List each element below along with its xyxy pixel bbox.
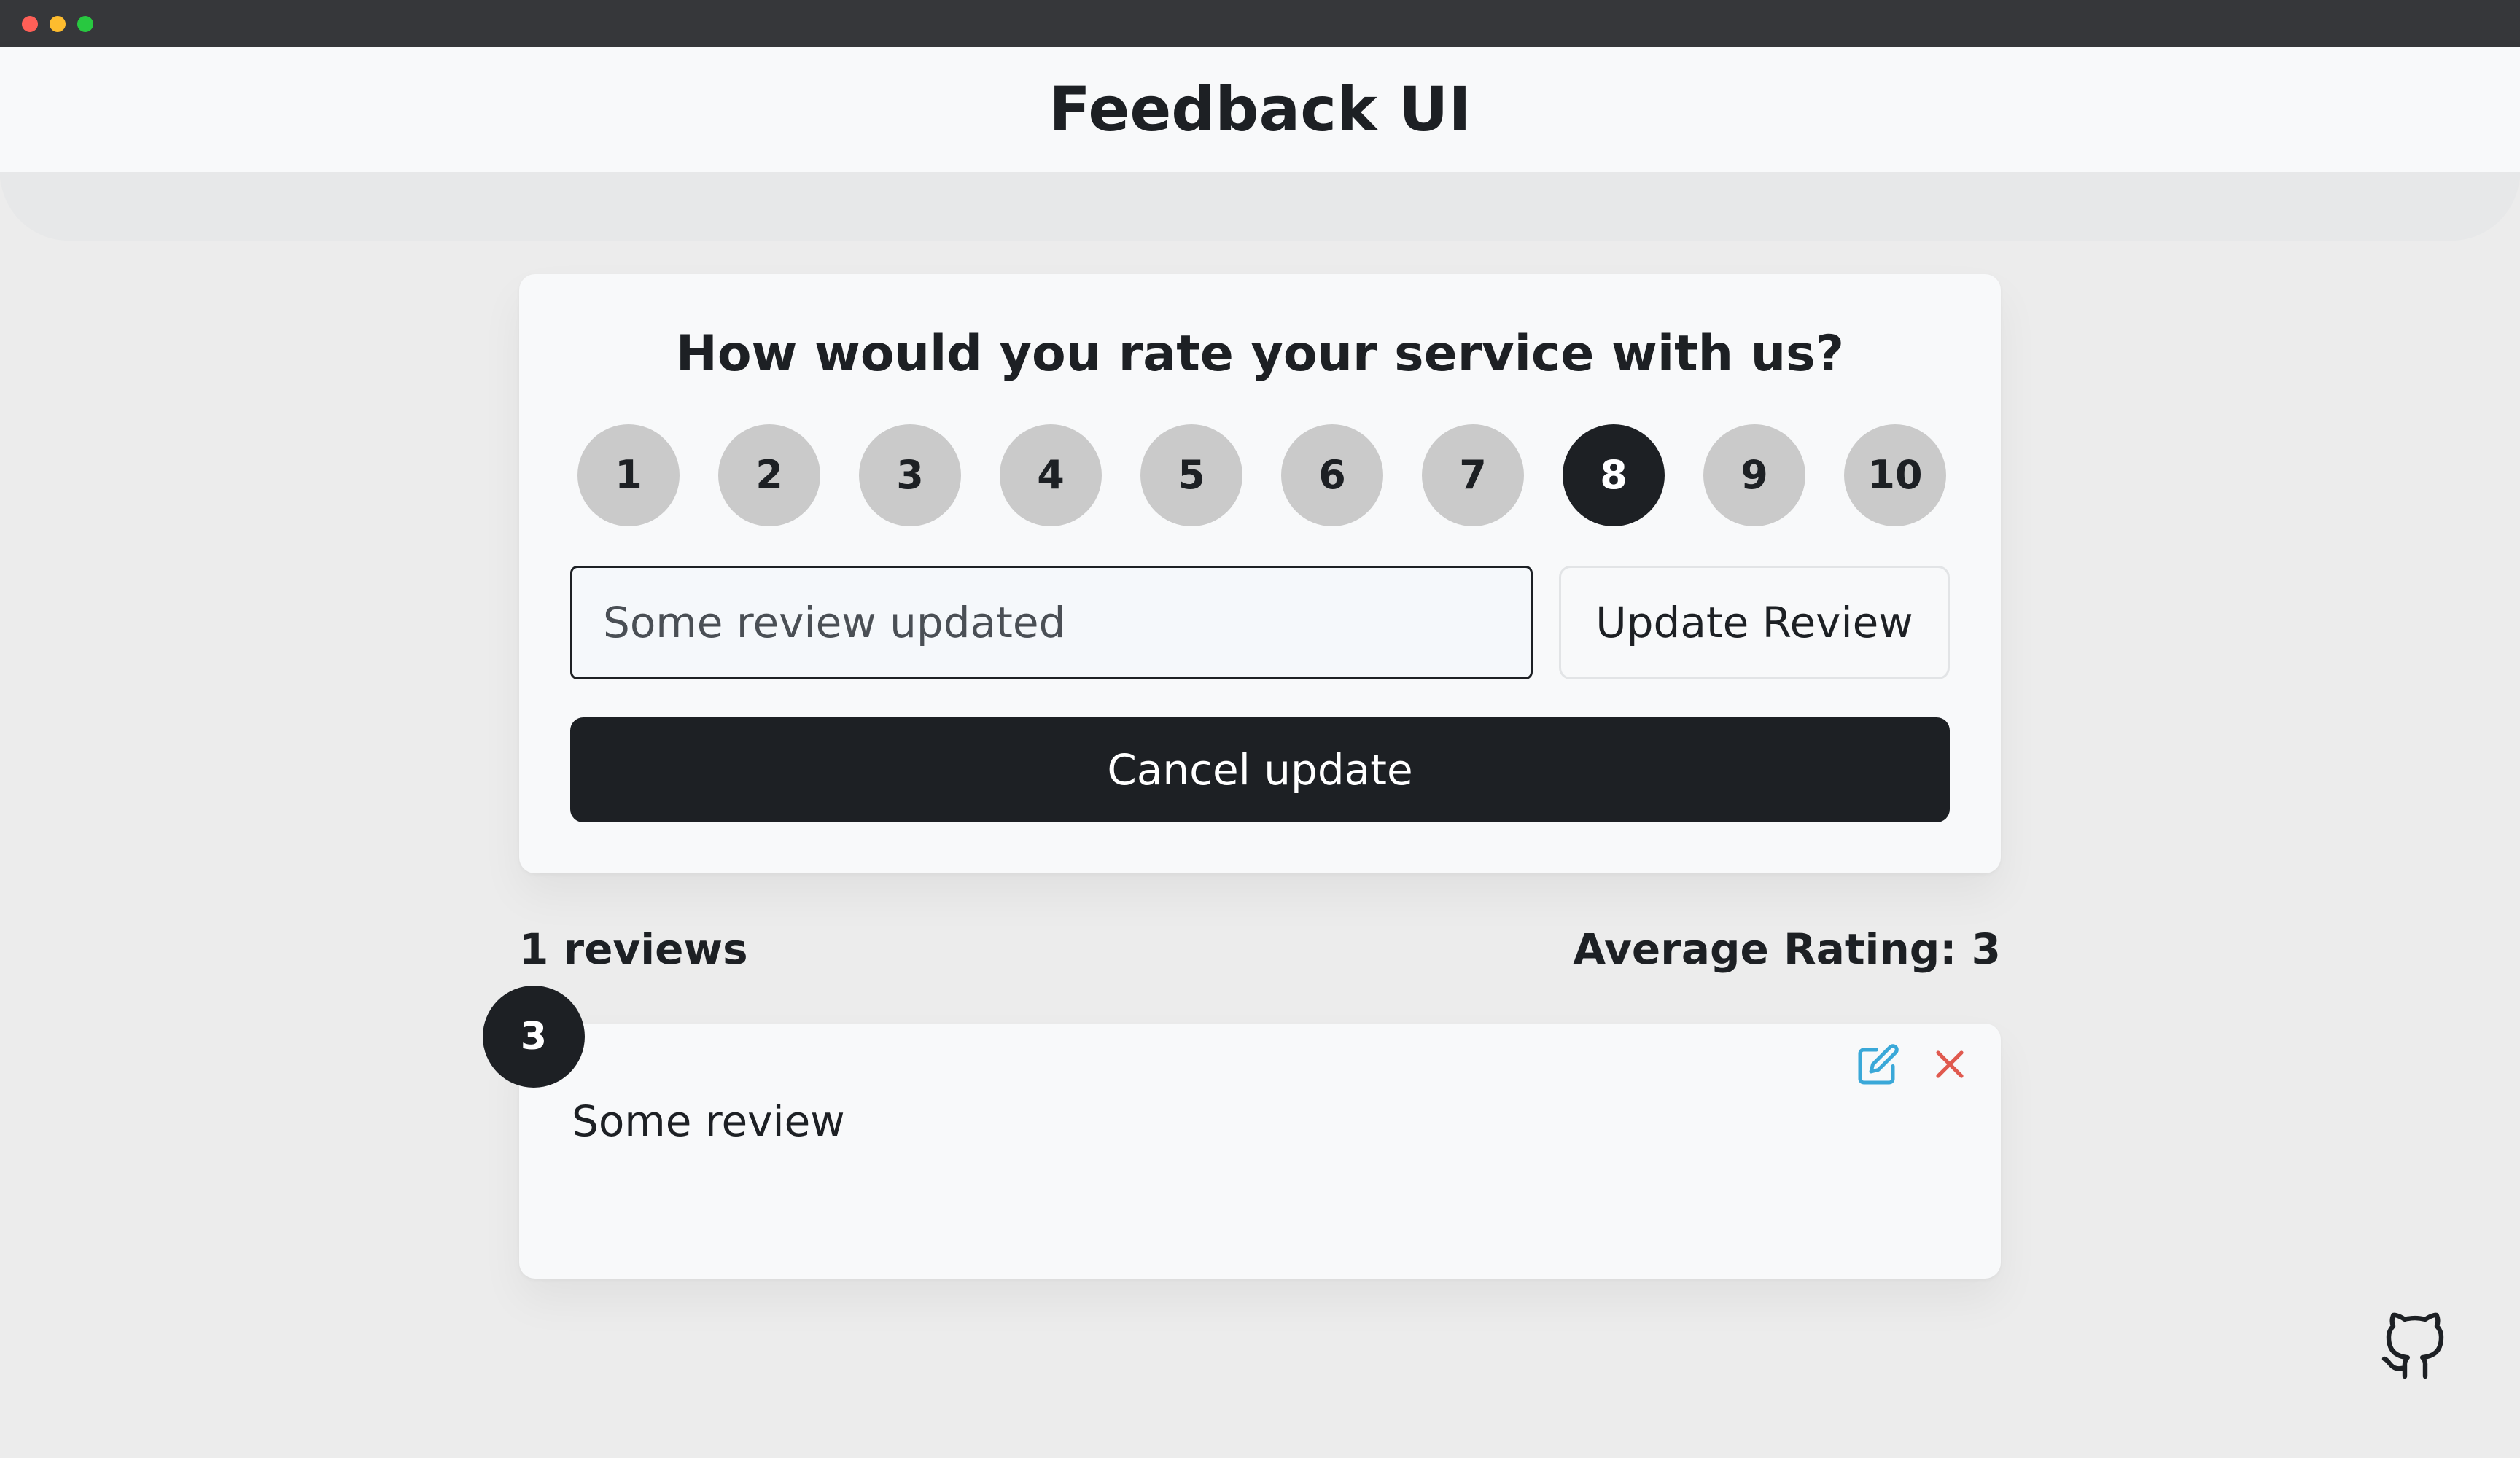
window-titlebar [0, 0, 2520, 47]
maximize-window-button[interactable] [77, 16, 93, 32]
rating-option-8[interactable]: 8 [1563, 424, 1665, 526]
app-header: Feedback UI [0, 47, 2520, 172]
update-review-button[interactable]: Update Review [1559, 566, 1950, 679]
rating-option-4[interactable]: 4 [1000, 424, 1102, 526]
cancel-update-button[interactable]: Cancel update [570, 717, 1950, 822]
close-window-button[interactable] [22, 16, 38, 32]
rating-option-3[interactable]: 3 [859, 424, 961, 526]
rating-option-5[interactable]: 5 [1140, 424, 1242, 526]
github-icon[interactable] [2379, 1312, 2449, 1382]
rating-option-9[interactable]: 9 [1703, 424, 1805, 526]
close-icon[interactable] [1932, 1047, 1967, 1082]
review-count: 1 reviews [519, 924, 748, 974]
review-text: Some review [572, 1096, 845, 1146]
edit-icon[interactable] [1856, 1042, 1900, 1086]
feedback-form-card: How would you rate your service with us?… [519, 274, 2001, 873]
rating-option-2[interactable]: 2 [718, 424, 820, 526]
rating-option-10[interactable]: 10 [1844, 424, 1946, 526]
page-title: Feedback UI [1049, 74, 1471, 145]
header-shadow [0, 172, 2520, 241]
rating-selector: 1 2 3 4 5 6 7 8 9 10 [578, 424, 1948, 526]
review-card: Some review [519, 1024, 2001, 1279]
review-rating-badge: 3 [483, 986, 585, 1088]
rating-option-6[interactable]: 6 [1281, 424, 1383, 526]
rating-option-1[interactable]: 1 [578, 424, 680, 526]
minimize-window-button[interactable] [50, 16, 66, 32]
review-input[interactable]: Some review updated [570, 566, 1533, 679]
rating-question: How would you rate your service with us? [675, 325, 1845, 383]
rating-option-7[interactable]: 7 [1422, 424, 1524, 526]
average-rating: Average Rating: 3 [1573, 924, 2001, 974]
